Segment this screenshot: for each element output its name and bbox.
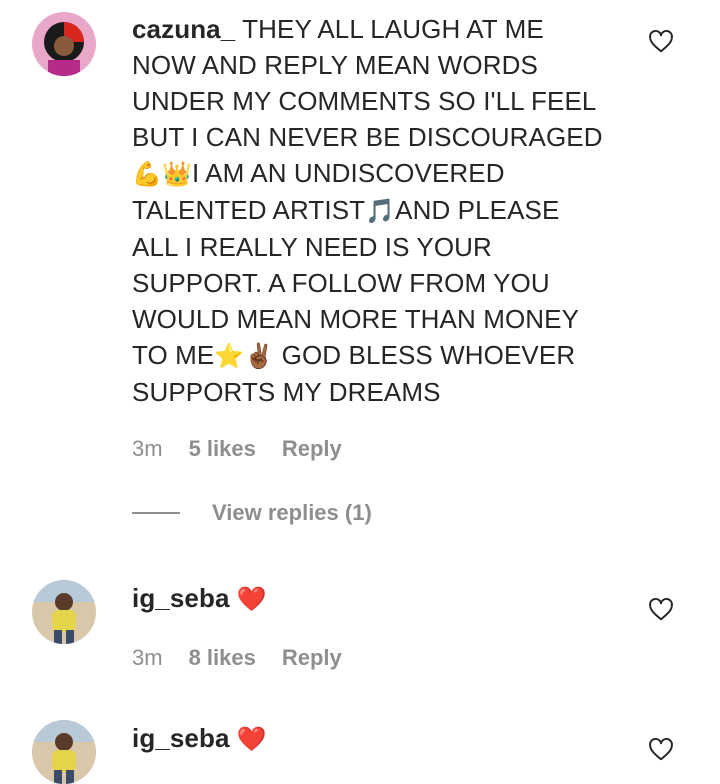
comment-line: TALENTED ARTIST🎵AND PLEASE	[132, 192, 632, 229]
comment-username[interactable]: ig_seba	[132, 583, 230, 613]
avatar[interactable]	[32, 12, 96, 76]
comment-text: ig_seba ❤️	[132, 580, 632, 617]
comment-line: SUPPORTS MY DREAMS	[132, 377, 441, 407]
comment-username[interactable]: cazuna_	[132, 14, 235, 44]
comment-line: TO ME⭐✌🏾 GOD BLESS WHOEVER	[132, 337, 632, 374]
avatar[interactable]	[32, 580, 96, 644]
comment-meta: 3m 5 likes Reply	[132, 436, 342, 462]
comment-line-text: I AM AN UNDISCOVERED	[191, 158, 505, 188]
reply-button[interactable]: Reply	[282, 436, 342, 462]
likes-count-button[interactable]: 8 likes	[189, 645, 256, 671]
crown-emoji: 👑	[161, 160, 192, 188]
comment-text: ig_seba ❤️	[132, 720, 632, 757]
red-heart-emoji: ❤️	[236, 585, 267, 613]
comment-line: SUPPORT. A FOLLOW FROM YOU	[132, 268, 550, 298]
comment-line-text: TO ME	[132, 340, 215, 370]
comment-line: BUT I CAN NEVER BE DISCOURAGED	[132, 122, 603, 152]
flexed-bicep-emoji: 💪	[132, 160, 162, 188]
victory-hand-emoji: ✌🏾	[244, 342, 275, 370]
star-emoji: ⭐	[214, 342, 245, 370]
likes-count-button[interactable]: 5 likes	[189, 436, 256, 462]
comment-line: NOW AND REPLY MEAN WORDS	[132, 50, 538, 80]
comment-time: 3m	[132, 645, 163, 670]
music-note-emoji: 🎵	[365, 197, 396, 225]
divider	[132, 512, 180, 514]
view-replies-label: View replies (1)	[212, 500, 372, 525]
comment-line: WOULD MEAN MORE THAN MONEY	[132, 304, 580, 334]
comment-line: ALL I REALLY NEED IS YOUR	[132, 232, 492, 262]
comment-line: 💪👑I AM AN UNDISCOVERED	[132, 155, 632, 192]
comment-line-text: AND PLEASE	[395, 195, 560, 225]
comment-meta: 3m 8 likes Reply	[132, 645, 342, 671]
heart-outline-icon[interactable]	[648, 29, 674, 55]
comment-line: UNDER MY COMMENTS SO I'LL FEEL	[132, 86, 597, 116]
heart-outline-icon[interactable]	[648, 737, 674, 763]
comment-time: 3m	[132, 436, 163, 461]
comment-line-text: TALENTED ARTIST	[132, 195, 366, 225]
heart-outline-icon[interactable]	[648, 597, 674, 623]
avatar[interactable]	[32, 720, 96, 784]
comment-line-text: GOD BLESS WHOEVER	[274, 340, 576, 370]
comment-text: cazuna_ THEY ALL LAUGH AT ME NOW AND REP…	[132, 11, 632, 410]
view-replies-button[interactable]: View replies (1)	[132, 500, 372, 526]
reply-button[interactable]: Reply	[282, 645, 342, 671]
comment-username[interactable]: ig_seba	[132, 723, 230, 753]
red-heart-emoji: ❤️	[236, 725, 267, 753]
comment-line: THEY ALL LAUGH AT ME	[235, 14, 544, 44]
